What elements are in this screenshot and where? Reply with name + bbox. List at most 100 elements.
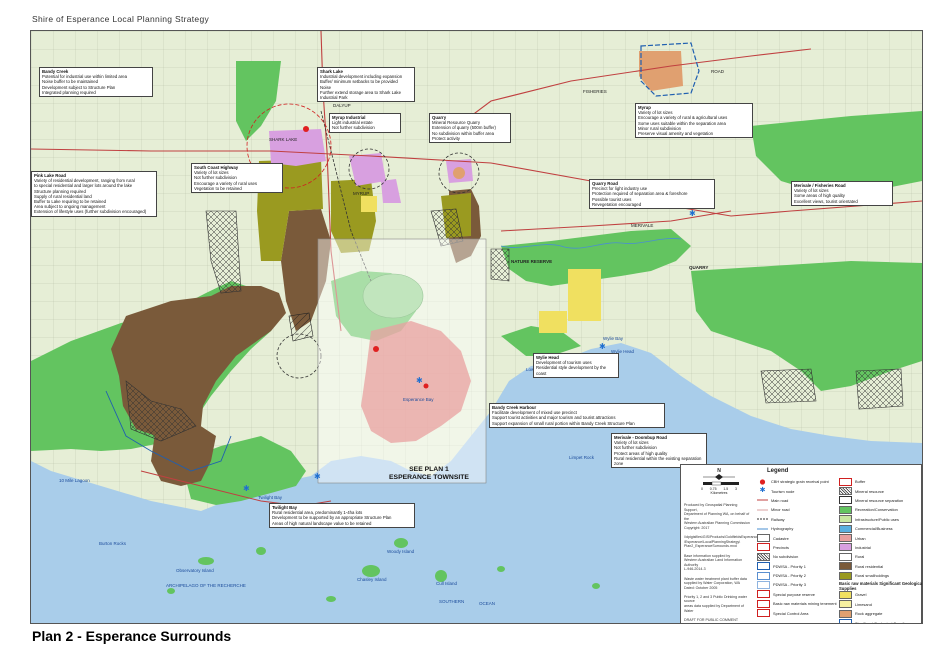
callout-myrup[interactable]: Myrup Variety of lot sizes Encourage a v… [635, 103, 753, 139]
legend-swatch-icon [757, 543, 770, 552]
callout-merivale-fisheries[interactable]: Merivale / Fisheries Road Variety of lot… [791, 181, 893, 206]
callout-quarry-road[interactable]: Quarry Road Precinct for light industry … [589, 179, 715, 210]
legend-item-label: Cadastre [773, 535, 789, 541]
legend-item: Hydrography [757, 524, 837, 533]
legend-item-label: PDWSA - Priority 1 [773, 563, 806, 569]
legend-item: Rural residential [839, 562, 922, 571]
no-subdivision-area-5 [855, 368, 904, 410]
industrial-shark-lake [269, 129, 326, 166]
callout-bandy-creek-harbour[interactable]: Bandy Creek Harbour Facilitate developme… [489, 403, 665, 428]
scale-label: Kilometres [710, 491, 728, 495]
callout-line: Protect activity [432, 135, 460, 141]
legend-item: Main road [757, 496, 837, 505]
callout-wylie-head[interactable]: Wylie Head Development of tourism uses R… [533, 353, 619, 378]
legend-line-icon [757, 516, 768, 522]
scale-tick: 0 [701, 487, 703, 491]
label-quarry: QUARRY [689, 265, 709, 270]
legend-item: CBH strategic grain receival point [757, 477, 837, 486]
callout-line: Residential style development by the coa… [536, 365, 606, 376]
callout-line: Integrated planning required [42, 89, 96, 95]
legend-item: ✱ Tourism node [757, 486, 837, 495]
legend-item-label: Precincts [773, 544, 789, 550]
map-legend[interactable]: N 0 0.75 1.5 3 Kilometres Produced by Ge… [680, 464, 923, 623]
callout-quarry[interactable]: Quarry Mineral Resource Quarry Extension… [429, 113, 511, 144]
callout-line: Excellent views, tourist orientated [794, 198, 858, 204]
cbh-point-2 [373, 346, 379, 352]
legend-item-label: Railway [771, 516, 785, 522]
callout-bandy-creek[interactable]: Bandy Creek Potential for industrial use… [39, 67, 153, 98]
observatory-island [198, 557, 214, 565]
legend-swatch-icon [757, 562, 770, 571]
legend-swatch-icon [839, 534, 852, 543]
legend-swatch-icon [757, 571, 770, 580]
legend-item-label: Basic raw materials mining tenement [773, 601, 837, 607]
legend-item-label: Mineral resource separation [855, 497, 904, 503]
legend-swatch-icon [757, 534, 770, 543]
legend-item-label: Commercial/Business [855, 526, 893, 532]
label-twilight-bay: Twilight Bay [258, 495, 283, 500]
legend-item: Special Control Area [757, 608, 837, 618]
label-wylie-bay: Wylie Bay [603, 336, 623, 341]
scale-bar [703, 481, 739, 486]
legend-item-label: PDWSA - Priority 3 [773, 582, 806, 588]
gravel-area-3 [361, 196, 377, 212]
production-note-line: Produced by Geospatial Planning Support, [684, 503, 738, 512]
legend-item: Buffer [839, 477, 922, 486]
gravel-area-2 [539, 311, 567, 333]
label-woody-island: Woody Island [387, 549, 415, 554]
legend-swatch-icon [839, 496, 852, 505]
legend-swatch-icon [839, 477, 852, 486]
legend-item: Rock aggregate [839, 609, 922, 618]
small-island-1 [256, 547, 266, 555]
legend-item-label: Tourism node [771, 488, 795, 494]
woody-island [394, 538, 408, 548]
legend-item: PDWSA - Priority 3 [757, 580, 837, 589]
legend-item: Mineral resource [839, 486, 922, 496]
small-island-5 [592, 583, 600, 589]
legend-item: No subdivision [757, 552, 837, 561]
label-nature-reserve: NATURE RESERVE [511, 259, 553, 264]
callout-merivale-doombup[interactable]: Merivale - Doombup Road Variety of lot s… [611, 433, 707, 469]
legend-subheading: Basic raw materials Significant Geologic… [839, 580, 923, 591]
legend-item: PDWSA - Priority 2 [757, 571, 837, 580]
callout-myrup-industrial[interactable]: Myrup Industrial Light industrial estate… [329, 113, 401, 133]
callout-shark-lake[interactable]: Shark Lake Industrial development includ… [317, 67, 415, 103]
production-note-line: Priority 1, 2 and 3 Public Drinking wate… [684, 594, 747, 604]
label-myrup: MYRUP [353, 191, 370, 196]
legend-item-label: Rock aggregate [855, 611, 883, 617]
map-header-title: Shire of Esperance Local Planning Strate… [32, 14, 210, 24]
callout-line: Development to be supported by an approp… [272, 515, 392, 521]
callout-line: Preserve visual amenity and vegetation [638, 131, 713, 137]
legend-item-label: Rural residential [855, 563, 884, 569]
label-archipelago: ARCHIPELAGO OF THE RECHERCHE [166, 583, 246, 588]
callout-south-coast-highway[interactable]: South Coast Highway Variety of lot sizes… [191, 163, 283, 194]
see-plan-1-label[interactable]: SEE PLAN 1 ESPERANCE TOWNSITE [389, 466, 469, 482]
callout-line: Vegetation to be retained [194, 185, 242, 191]
legend-swatch-icon [757, 580, 770, 589]
legend-swatch-icon [839, 571, 852, 580]
legend-line-icon [757, 526, 768, 532]
callout-line: Not further subdivision [332, 125, 375, 131]
production-note-line: Department of Planning WA, on behalf of … [684, 512, 750, 521]
map-frame[interactable]: ✱ ✱ ✱ ✱ ✱ ARCHIPELAGO OF THE RECHERCHE S… [30, 30, 923, 624]
legend-hatch-icon [757, 552, 770, 561]
legend-item-label: Special purpose reserve [773, 591, 815, 597]
legend-line-icon [757, 497, 768, 503]
legend-item-label: Rural [855, 554, 865, 560]
callout-line: Industrial Park [320, 95, 348, 101]
legend-item-label: Minor road [771, 507, 790, 513]
legend-item-label: Gravel [855, 592, 867, 598]
legend-item: Railway [757, 515, 837, 524]
label-cull-island: Cull Island [436, 581, 458, 586]
label-chasley-island: Chasley Island [357, 577, 387, 582]
legend-item: Minor road [757, 505, 837, 514]
legend-swatch-icon [757, 590, 770, 599]
tourism-node-4: ✱ [599, 342, 606, 351]
legend-star-icon: ✱ [759, 487, 766, 495]
label-road: ROAD [711, 69, 725, 74]
no-subdivision-area-4 [760, 368, 817, 404]
legend-production-notes: Produced by Geospatial Planning Support,… [684, 503, 758, 622]
legend-item-label: Mineral resource [855, 488, 884, 494]
callout-pink-lake-road[interactable]: Pink Lake Road Variety of residential de… [31, 171, 157, 217]
callout-twilight-bay[interactable]: Twilight Bay Rural residential area, pre… [269, 503, 415, 528]
